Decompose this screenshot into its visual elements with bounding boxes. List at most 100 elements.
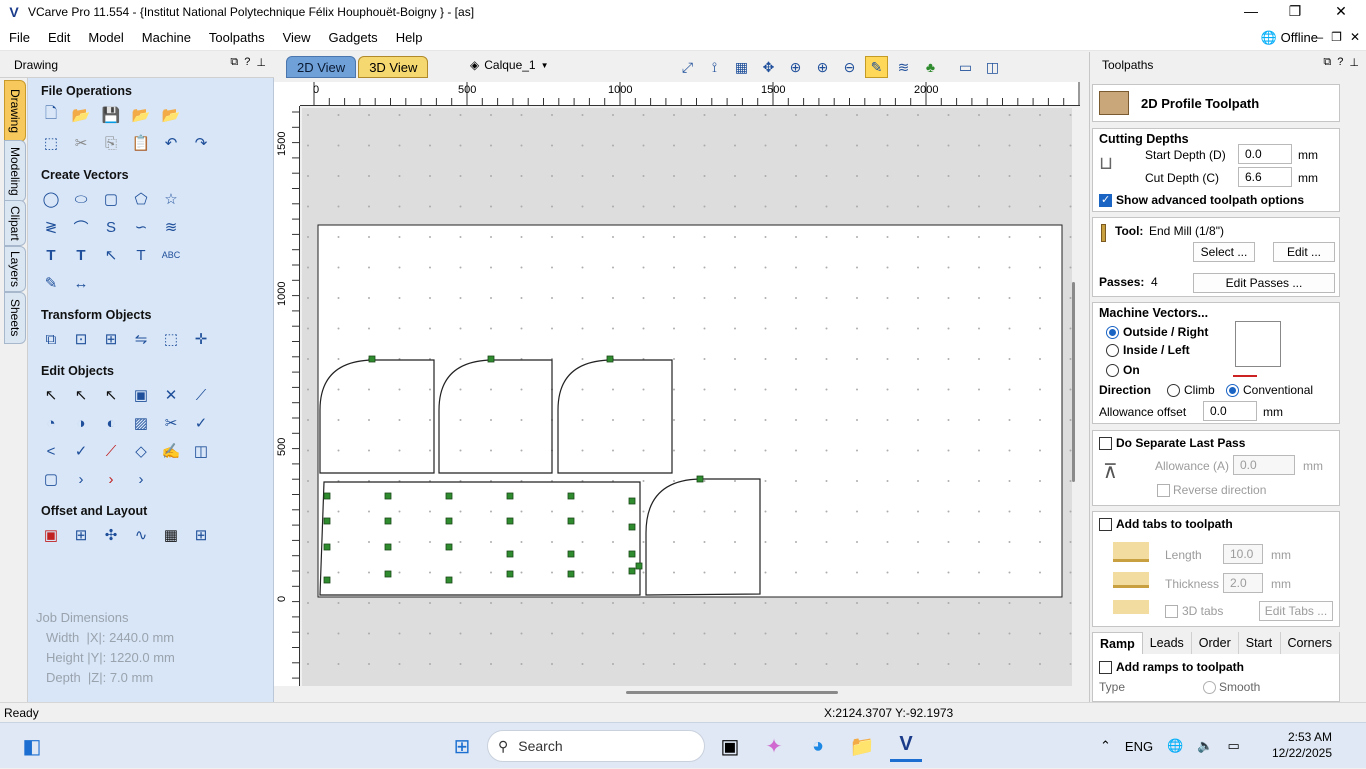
tab-length-input[interactable]: 10.0 <box>1223 544 1263 564</box>
zoom-out-icon[interactable]: ⊖ <box>838 56 861 78</box>
reverse-direction-checkbox[interactable] <box>1157 484 1170 497</box>
climb-radio[interactable] <box>1167 384 1180 397</box>
import-icon[interactable]: 📂 <box>130 104 152 126</box>
show-toolpaths-icon[interactable]: ≋ <box>892 56 915 78</box>
menu-machine[interactable]: Machine <box>133 24 200 51</box>
help-icon[interactable]: ? <box>244 56 250 69</box>
extend-icon[interactable]: ⟋ <box>100 440 122 462</box>
tab-drawing[interactable]: Drawing <box>4 80 26 142</box>
new-file-icon[interactable]: 🗋 <box>40 104 62 126</box>
tab-sheets[interactable]: Sheets <box>4 292 26 344</box>
abc-text-icon[interactable]: ABC <box>160 244 182 266</box>
tab-3d-view[interactable]: 3D View <box>358 56 429 78</box>
vertical-scrollbar[interactable] <box>1072 282 1075 482</box>
maximize-button[interactable]: ❐ <box>1272 0 1318 24</box>
zoom-in-icon[interactable]: ⊕ <box>811 56 834 78</box>
auto-nest-icon[interactable]: ⊞ <box>190 524 212 546</box>
add-ramps-checkbox[interactable] <box>1099 661 1112 674</box>
curve-icon[interactable]: S <box>100 216 122 238</box>
chevron-up-icon[interactable]: ⌃ <box>1100 738 1111 754</box>
on-radio[interactable] <box>1106 364 1119 377</box>
spiral-icon[interactable]: ≋ <box>160 216 182 238</box>
add-tabs-checkbox[interactable] <box>1099 518 1112 531</box>
task-view-icon[interactable]: ▣ <box>714 730 746 762</box>
set-size-icon[interactable]: ✛ <box>190 328 212 350</box>
smooth-radio[interactable] <box>1203 681 1216 694</box>
allowance-offset-input[interactable]: 0.0 <box>1203 401 1257 421</box>
edit-passes-button[interactable]: Edit Passes ... <box>1193 273 1335 293</box>
close-vector-icon[interactable]: ✓ <box>70 440 92 462</box>
menu-toolpaths[interactable]: Toolpaths <box>200 24 274 51</box>
chevron-right-icon[interactable]: › <box>70 468 92 490</box>
trim-icon[interactable]: ✂ <box>160 412 182 434</box>
join-icon[interactable]: < <box>40 440 62 462</box>
start-icon[interactable]: ⊞ <box>446 730 478 762</box>
offset-icon[interactable]: ▣ <box>40 524 62 546</box>
copilot-icon[interactable]: ✦ <box>758 730 790 762</box>
text-arc-icon[interactable]: T <box>130 244 152 266</box>
rectangle-icon[interactable]: ▢ <box>100 188 122 210</box>
text-icon[interactable]: T <box>40 244 62 266</box>
fillet-icon[interactable]: ∽ <box>130 216 152 238</box>
tool-edit-button[interactable]: Edit ... <box>1273 242 1335 262</box>
layout-split-icon[interactable]: ◫ <box>981 56 1004 78</box>
tabs-3d-checkbox[interactable] <box>1165 605 1178 618</box>
align-icon[interactable]: ⊞ <box>100 328 122 350</box>
pin-icon[interactable]: ⊥ <box>256 56 266 69</box>
show-vectors-icon[interactable]: ✎ <box>865 56 888 78</box>
subtab-start-at[interactable]: Start At <box>1239 632 1281 672</box>
material-icon[interactable]: ♣ <box>919 56 942 78</box>
volume-icon[interactable]: 🔈 <box>1197 738 1213 754</box>
paste-icon[interactable]: 📋 <box>130 132 152 154</box>
draw-tool-icon[interactable]: ✎ <box>40 272 62 294</box>
taskbar-search[interactable]: ⚲ Search <box>487 730 705 762</box>
advanced-options-checkbox[interactable] <box>1099 193 1112 207</box>
grid-icon[interactable]: ▦ <box>730 56 753 78</box>
vcarve-taskbar-icon[interactable]: V <box>890 730 922 762</box>
cut-depth-input[interactable]: 6.6 <box>1238 167 1292 187</box>
interactive-select-icon[interactable]: ↖ <box>100 384 122 406</box>
snap-icon[interactable]: ⟟ <box>703 56 726 78</box>
star-icon[interactable]: ☆ <box>160 188 182 210</box>
pin-icon[interactable]: ⊥ <box>1349 56 1359 69</box>
zoom-extents-icon[interactable]: ⤢ <box>676 56 699 78</box>
subtab-leads[interactable]: Leads <box>1143 632 1192 654</box>
fit-curve-icon[interactable]: ◫ <box>190 440 212 462</box>
tab-thickness-input[interactable]: 2.0 <box>1223 573 1263 593</box>
file-explorer-icon[interactable]: 📁 <box>846 730 878 762</box>
redo-icon[interactable]: ↷ <box>190 132 212 154</box>
distort-icon[interactable]: ⬚ <box>160 328 182 350</box>
tab-modeling[interactable]: Modeling <box>4 140 26 202</box>
taskbar-clock[interactable]: 2:53 AM 12/22/2025 <box>1258 729 1332 761</box>
chevron-right-red-icon[interactable]: › <box>100 468 122 490</box>
panel-float-icon[interactable]: ⧉ <box>230 56 238 69</box>
circle-icon[interactable]: ◯ <box>40 188 62 210</box>
polygon-icon[interactable]: ⬠ <box>130 188 152 210</box>
battery-icon[interactable]: ▭ <box>1227 738 1239 754</box>
layer-dropdown[interactable]: ◈ Calque_1 ▼ <box>470 58 549 72</box>
language-indicator[interactable]: ENG <box>1125 739 1153 754</box>
tab-clipart[interactable]: Clipart <box>4 200 26 246</box>
offline-status[interactable]: 🌐 Offline <box>1260 24 1318 51</box>
node-diamond-icon[interactable]: ◇ <box>130 440 152 462</box>
subtab-ramp[interactable]: Ramp <box>1092 632 1143 654</box>
drawing-canvas[interactable] <box>302 108 1072 686</box>
network-icon[interactable]: 🌐 <box>1167 738 1183 754</box>
mdi-minimize-button[interactable]: — <box>1311 24 1323 51</box>
nesting-icon[interactable]: ▦ <box>160 524 182 546</box>
text-on-curve-icon[interactable]: ↖ <box>100 244 122 266</box>
copy-along-vector-icon[interactable]: ∿ <box>130 524 152 546</box>
smooth-icon[interactable]: ✓ <box>190 412 212 434</box>
mirror-icon[interactable]: ⇋ <box>130 328 152 350</box>
minimize-button[interactable]: — <box>1228 0 1274 24</box>
copy-icon[interactable]: ⎘ <box>100 132 122 154</box>
tab-2d-view[interactable]: 2D View <box>286 56 357 78</box>
cut-icon[interactable]: ✂ <box>70 132 92 154</box>
edge-icon[interactable]: ◕ <box>802 730 834 762</box>
subtab-order[interactable]: Order <box>1192 632 1239 654</box>
chevron-right-alt-icon[interactable]: › <box>130 468 152 490</box>
outside-right-radio[interactable] <box>1106 326 1119 339</box>
polyline-icon[interactable]: ≷ <box>40 216 62 238</box>
close-button[interactable]: ✕ <box>1318 0 1364 24</box>
inside-left-radio[interactable] <box>1106 344 1119 357</box>
